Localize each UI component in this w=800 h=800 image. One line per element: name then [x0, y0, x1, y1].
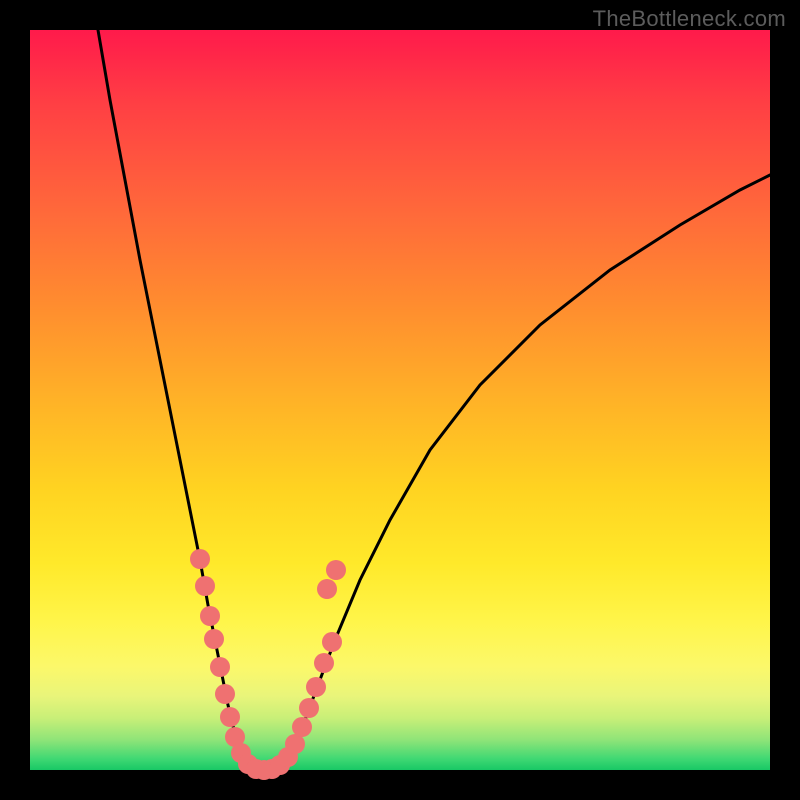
curve-right-branch: [286, 175, 770, 763]
scatter-dot: [200, 606, 220, 626]
scatter-dot: [210, 657, 230, 677]
scatter-dots: [190, 549, 346, 780]
scatter-dot: [204, 629, 224, 649]
scatter-dot: [314, 653, 334, 673]
scatter-dot: [326, 560, 346, 580]
bottleneck-curve: [30, 30, 770, 770]
chart-frame: TheBottleneck.com: [0, 0, 800, 800]
scatter-dot: [190, 549, 210, 569]
watermark-text: TheBottleneck.com: [593, 6, 786, 32]
curve-left-branch: [98, 30, 246, 763]
scatter-dot: [299, 698, 319, 718]
scatter-dot: [322, 632, 342, 652]
scatter-dot: [306, 677, 326, 697]
scatter-dot: [215, 684, 235, 704]
chart-plot-area: [30, 30, 770, 770]
scatter-dot: [195, 576, 215, 596]
scatter-dot: [220, 707, 240, 727]
scatter-dot: [317, 579, 337, 599]
scatter-dot: [292, 717, 312, 737]
